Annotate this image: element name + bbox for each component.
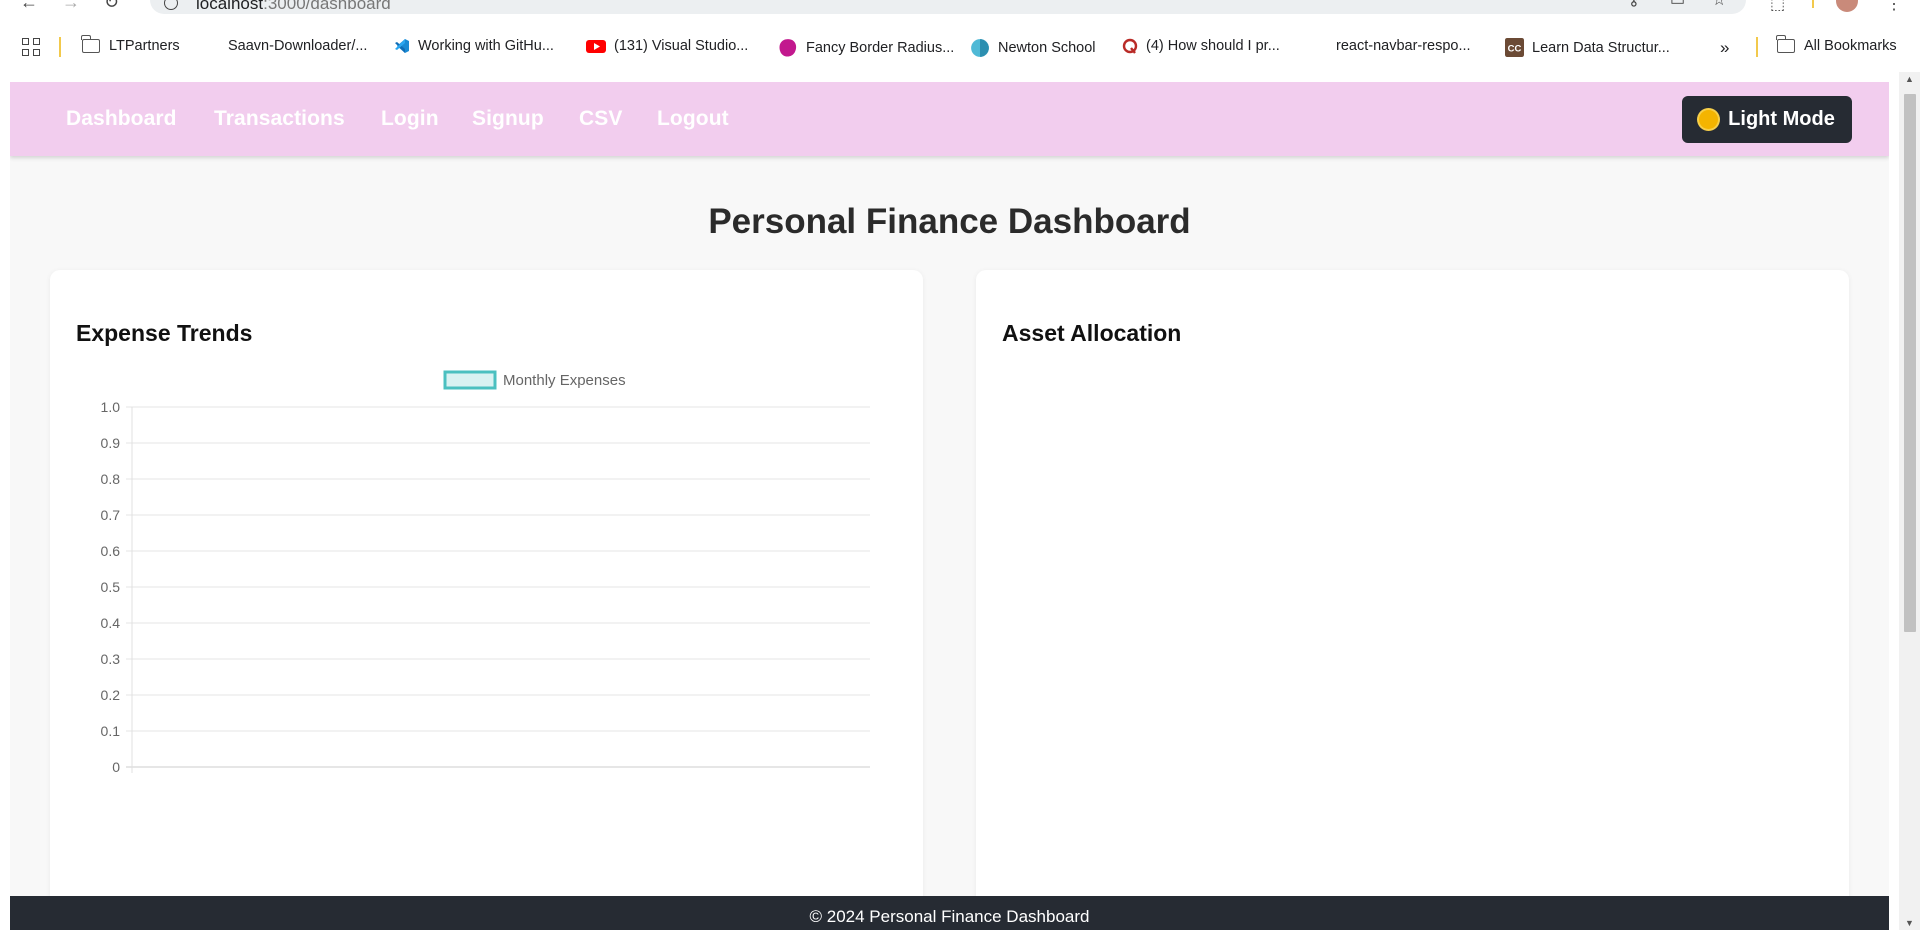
url-text[interactable]: localhost:3000/dashboard [196,0,391,14]
nav-link-transactions[interactable]: Transactions [214,107,345,131]
y-tick-label: 0 [112,759,120,775]
footer-text: © 2024 Personal Finance Dashboard [809,907,1090,926]
address-bar[interactable]: localhost:3000/dashboard ⚷ ▭ ☆ [150,0,1746,14]
github-icon [204,38,220,54]
scroll-down-arrow-icon[interactable]: ▼ [1905,918,1914,928]
bookmark-newton[interactable]: Newton School [970,38,1096,58]
y-tick-label: 0.8 [101,471,121,487]
y-tick-label: 0.7 [101,507,121,523]
newton-icon [971,39,989,57]
scrollbar-thumb[interactable] [1904,94,1916,632]
y-tick-label: 0.2 [101,687,121,703]
github-icon [1316,38,1328,54]
y-tick-label: 0.9 [101,435,121,451]
nav-link-signup[interactable]: Signup [472,107,544,131]
bookmark-github-docs[interactable]: Working with GitHu... [394,38,554,54]
site-info-icon[interactable] [164,0,178,10]
bookmarks-bar: LTPartners Saavn-Downloader/... Working … [0,28,1920,66]
y-tick-label: 0.6 [101,543,121,559]
bookmarks-divider [59,37,61,57]
apps-grid-icon[interactable] [22,38,40,56]
y-tick-label: 0.1 [101,723,121,739]
back-icon[interactable]: ← [20,0,38,13]
menu-kebab-icon[interactable]: ⋮ [1886,0,1902,14]
password-key-icon[interactable]: ⚷ [1628,0,1640,10]
forward-icon[interactable]: → [62,0,80,13]
all-bookmarks-folder[interactable]: All Bookmarks [1776,35,1897,54]
toolbar-divider [1812,0,1814,8]
browser-toolbar: ← → ↻ localhost:3000/dashboard ⚷ ▭ ☆ ⬚ ⋮ [0,0,1920,20]
y-tick-label: 1.0 [101,399,121,415]
nav-link-logout[interactable]: Logout [657,107,729,131]
bookmark-saavn[interactable]: Saavn-Downloader/... [204,38,367,54]
folder-icon [1776,35,1795,53]
more-bookmarks-chevron-icon[interactable]: » [1720,38,1729,58]
expense-trends-title: Expense Trends [76,320,253,346]
bookmark-star-icon[interactable]: ☆ [1712,0,1726,10]
page-title: Personal Finance Dashboard [708,202,1191,241]
theme-toggle-label: Light Mode [1728,108,1835,130]
quora-icon [1122,38,1138,54]
y-tick-label: 0.5 [101,579,121,595]
profile-avatar[interactable] [1836,0,1858,12]
scroll-up-arrow-icon[interactable]: ▲ [1905,74,1914,84]
nav-link-dashboard[interactable]: Dashboard [66,107,177,131]
bookmark-ltpartners[interactable]: LTPartners [81,35,180,54]
youtube-icon [586,40,606,53]
page-footer: © 2024 Personal Finance Dashboard [10,896,1889,930]
folder-icon [81,35,100,53]
nav-link-csv[interactable]: CSV [579,107,622,131]
theme-toggle-button[interactable]: Light Mode [1682,96,1852,143]
sun-icon [1699,110,1719,129]
page-scrollbar[interactable]: ▲ ▼ [1899,72,1920,930]
bookmark-codechef[interactable]: CC Learn Data Structur... [1505,38,1670,57]
bookmarks-divider-right [1756,37,1758,57]
bookmark-fancy-border[interactable]: Fancy Border Radius... [778,38,954,58]
codechef-icon: CC [1505,38,1524,57]
expense-chart-svg: 0 0.1 0.2 0.3 0.4 0.5 0.6 0.7 0.8 0.9 1.0 Monthly E… [101,370,870,775]
legend-swatch [443,370,497,390]
legend-label: Monthly Expenses [503,372,626,389]
expense-trends-chart: 0 0.1 0.2 0.3 0.4 0.5 0.6 0.7 0.8 0.9 1.0 Monthly E… [70,370,890,775]
asset-allocation-title: Asset Allocation [1002,320,1182,346]
install-app-icon[interactable]: ▭ [1670,0,1685,10]
vscode-icon [395,39,409,53]
bookmark-react-navbar[interactable]: react-navbar-respo... [1316,38,1471,54]
page-viewport: Dashboard Transactions Login Signup CSV … [10,82,1889,930]
bookmark-quora[interactable]: (4) How should I pr... [1122,38,1280,54]
y-tick-label: 0.4 [101,615,121,631]
blob-icon [779,39,797,57]
asset-allocation-card: Asset Allocation [976,270,1849,930]
app-navbar: Dashboard Transactions Login Signup CSV … [10,82,1889,156]
svg-text:CC: CC [1508,44,1522,55]
nav-link-login[interactable]: Login [381,107,439,131]
bookmark-youtube[interactable]: (131) Visual Studio... [586,38,748,54]
reload-icon[interactable]: ↻ [104,0,119,13]
expense-trends-card: Expense Trends 0 0.1 0.2 0.3 0.4 0.5 0.6 0.7 0.8… [50,270,923,930]
extensions-icon[interactable]: ⬚ [1770,0,1785,14]
y-tick-label: 0.3 [101,651,121,667]
